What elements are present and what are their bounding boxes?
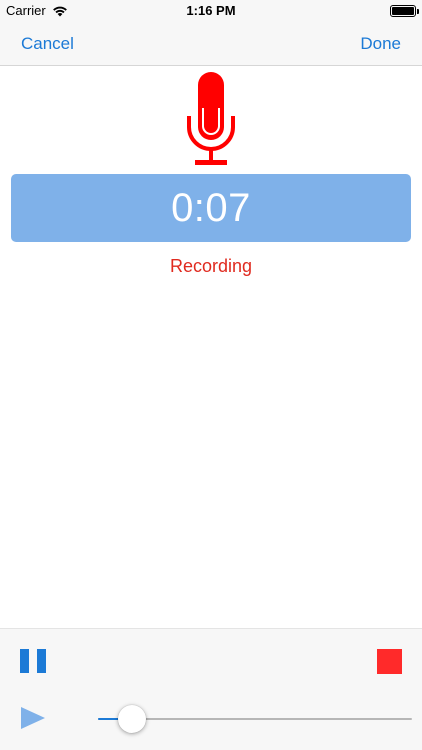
nav-bar: Cancel Done — [0, 22, 422, 66]
stop-button[interactable] — [377, 649, 402, 674]
playback-toolbar — [0, 628, 422, 750]
play-icon — [21, 707, 45, 729]
battery-icon — [390, 5, 419, 17]
microphone-icon — [187, 72, 235, 165]
play-button[interactable] — [20, 706, 46, 730]
status-time: 1:16 PM — [186, 3, 236, 18]
slider-thumb[interactable] — [118, 705, 147, 733]
timer-display: 0:07 — [11, 174, 411, 242]
status-bar: Carrier 1:16 PM — [0, 0, 422, 22]
pause-icon-bar — [37, 649, 46, 673]
cancel-button[interactable]: Cancel — [21, 34, 74, 54]
pause-icon — [20, 649, 29, 673]
playback-slider[interactable] — [98, 705, 412, 733]
elapsed-time: 0:07 — [171, 185, 251, 230]
pause-button[interactable] — [20, 649, 46, 673]
recording-status: Recording — [169, 256, 253, 276]
done-button[interactable]: Done — [360, 34, 401, 54]
